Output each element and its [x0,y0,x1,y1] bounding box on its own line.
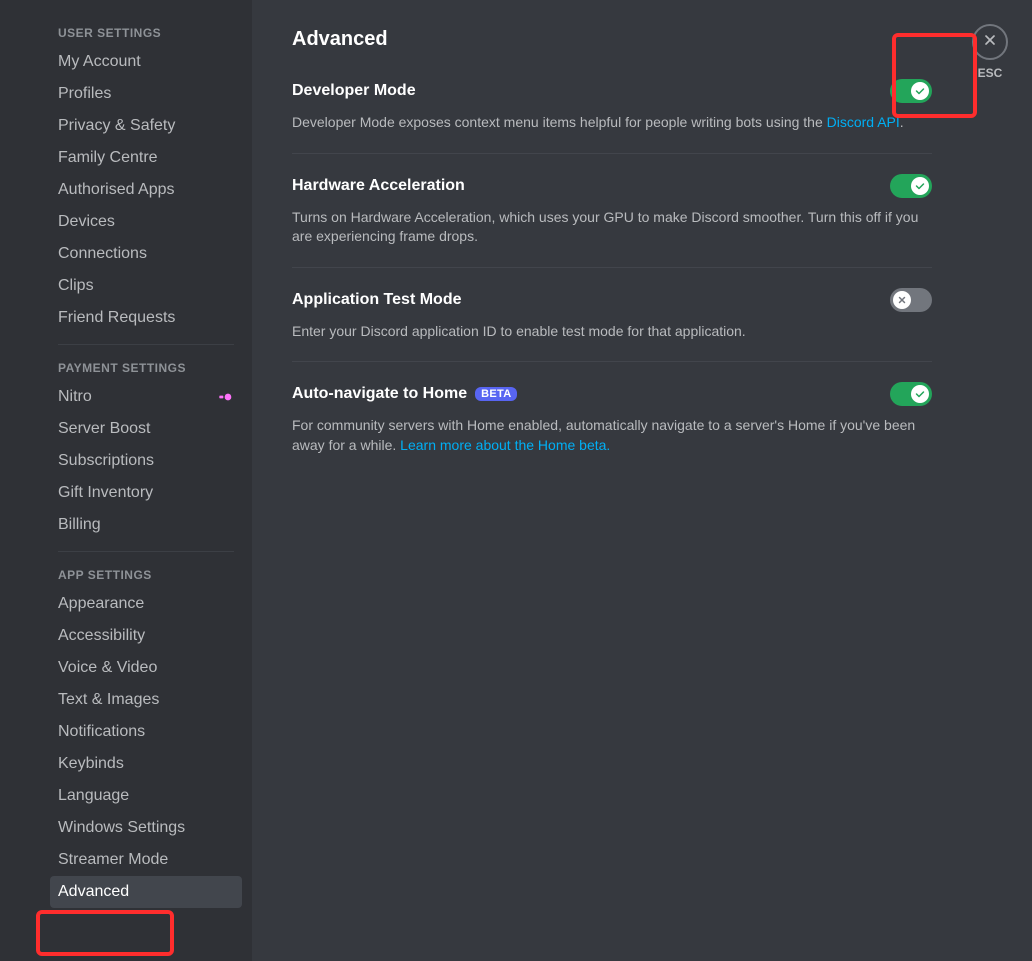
close-label: ESC [972,66,1008,80]
sidebar-item-label: Advanced [58,883,129,901]
settings-sidebar: USER SETTINGS My Account Profiles Privacy &… [0,0,252,961]
sidebar-item-text-images[interactable]: Text & Images [50,684,242,716]
sidebar-item-label: Nitro [58,388,92,406]
close-button[interactable] [972,24,1008,60]
sidebar-item-label: Accessibility [58,627,145,645]
sidebar-item-label: Language [58,787,129,805]
setting-auto-home: Auto-navigate to HomeBETA For community s… [292,382,932,475]
setting-description: For community servers with Home enabled,… [292,416,932,455]
sidebar-item-gift-inventory[interactable]: Gift Inventory [50,477,242,509]
sidebar-item-connections[interactable]: Connections [50,238,242,270]
toggle-app-test-mode[interactable] [890,288,932,312]
sidebar-item-label: Keybinds [58,755,124,773]
sidebar-item-label: Gift Inventory [58,484,153,502]
toggle-hardware-accel[interactable] [890,174,932,198]
setting-title: Application Test Mode [292,291,461,309]
sidebar-item-notifications[interactable]: Notifications [50,716,242,748]
sidebar-item-advanced[interactable]: Advanced [50,876,242,908]
sidebar-item-label: Streamer Mode [58,851,168,869]
sidebar-item-profiles[interactable]: Profiles [50,78,242,110]
sidebar-item-label: Windows Settings [58,819,185,837]
close-icon [982,32,998,53]
sidebar-item-family-centre[interactable]: Family Centre [50,142,242,174]
sidebar-item-authorised-apps[interactable]: Authorised Apps [50,174,242,206]
sidebar-item-label: Text & Images [58,691,159,709]
check-icon [911,177,929,195]
sidebar-item-billing[interactable]: Billing [50,509,242,541]
sidebar-item-keybinds[interactable]: Keybinds [50,748,242,780]
setting-developer-mode: Developer Mode Developer Mode exposes con… [292,79,932,154]
sidebar-divider [58,344,234,345]
settings-content: Advanced Developer Mode Developer Mode ex… [252,0,972,961]
setting-description: Turns on Hardware Acceleration, which us… [292,208,932,247]
setting-header: Hardware Acceleration [292,174,932,198]
check-icon [911,385,929,403]
setting-title: Hardware Acceleration [292,177,465,195]
setting-header: Auto-navigate to HomeBETA [292,382,932,406]
sidebar-item-label: Subscriptions [58,452,154,470]
sidebar-divider [58,551,234,552]
sidebar-item-voice-video[interactable]: Voice & Video [50,652,242,684]
setting-title: Auto-navigate to HomeBETA [292,385,517,403]
sidebar-item-label: Clips [58,277,94,295]
setting-description: Enter your Discord application ID to ena… [292,322,932,342]
sidebar-item-label: Server Boost [58,420,150,438]
sidebar-heading-user-settings: USER SETTINGS [50,20,242,46]
sidebar-item-label: Billing [58,516,101,534]
sidebar-item-privacy-safety[interactable]: Privacy & Safety [50,110,242,142]
page-title: Advanced [292,28,932,51]
sidebar-item-label: Connections [58,245,147,263]
sidebar-item-label: My Account [58,53,141,71]
toggle-developer-mode[interactable] [890,79,932,103]
beta-badge: BETA [475,387,517,401]
sidebar-item-label: Privacy & Safety [58,117,175,135]
sidebar-item-streamer-mode[interactable]: Streamer Mode [50,844,242,876]
setting-link[interactable]: Discord API [827,114,900,130]
setting-hardware-accel: Hardware Acceleration Turns on Hardware A… [292,174,932,268]
sidebar-item-accessibility[interactable]: Accessibility [50,620,242,652]
setting-header: Application Test Mode [292,288,932,312]
sidebar-item-label: Authorised Apps [58,181,175,199]
sidebar-item-appearance[interactable]: Appearance [50,588,242,620]
sidebar-item-label: Family Centre [58,149,158,167]
sidebar-item-my-account[interactable]: My Account [50,46,242,78]
sidebar-item-language[interactable]: Language [50,780,242,812]
sidebar-item-nitro[interactable]: Nitro [50,381,242,413]
sidebar-item-server-boost[interactable]: Server Boost [50,413,242,445]
sidebar-item-label: Profiles [58,85,111,103]
x-icon [893,291,911,309]
setting-app-test-mode: Application Test Mode Enter your Discord … [292,288,932,363]
sidebar-item-label: Notifications [58,723,145,741]
sidebar-item-devices[interactable]: Devices [50,206,242,238]
sidebar-item-label: Devices [58,213,115,231]
nitro-icon [218,389,234,405]
sidebar-item-windows-settings[interactable]: Windows Settings [50,812,242,844]
sidebar-heading-app-settings: APP SETTINGS [50,562,242,588]
sidebar-item-label: Appearance [58,595,144,613]
sidebar-item-subscriptions[interactable]: Subscriptions [50,445,242,477]
close-column: ESC [972,0,1032,961]
toggle-auto-home[interactable] [890,382,932,406]
sidebar-item-label: Friend Requests [58,309,175,327]
sidebar-heading-payment-settings: PAYMENT SETTINGS [50,355,242,381]
sidebar-item-friend-requests[interactable]: Friend Requests [50,302,242,334]
setting-title: Developer Mode [292,82,416,100]
sidebar-item-clips[interactable]: Clips [50,270,242,302]
sidebar-item-label: Voice & Video [58,659,157,677]
check-icon [911,82,929,100]
setting-link[interactable]: Learn more about the Home beta. [400,437,610,453]
setting-description: Developer Mode exposes context menu item… [292,113,932,133]
setting-header: Developer Mode [292,79,932,103]
